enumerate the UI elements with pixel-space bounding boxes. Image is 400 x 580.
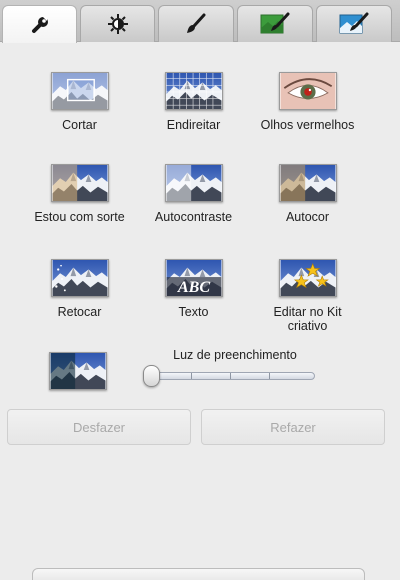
blue-photo-brush-icon [339,12,369,36]
green-photo-brush-icon [260,12,290,36]
tab-tuning[interactable] [80,5,155,42]
auto-contrast-thumbnail [164,164,223,202]
redo-button[interactable]: Refazer [201,409,385,445]
auto-contrast-label: Autocontraste [154,210,233,224]
im-feeling-lucky-thumbnail [50,164,109,202]
red-eye-tool[interactable]: Olhos vermelhos [241,72,374,132]
im-feeling-lucky-label: Estou com sorte [34,210,125,224]
slider-tick [269,373,270,379]
crop-thumbnail [50,72,109,110]
retouch-thumbnail [50,259,109,297]
slider-thumb[interactable] [143,365,160,387]
straighten-label: Endireitar [166,118,221,132]
tab-effects[interactable] [158,5,234,42]
undo-button[interactable]: Desfazer [7,409,191,445]
bottom-button[interactable] [32,568,365,580]
brightness-icon [107,13,129,35]
crop-label: Cortar [62,118,97,132]
slider-tick [191,373,192,379]
straighten-thumbnail [164,72,223,110]
red-eye-label: Olhos vermelhos [260,118,355,132]
slider-track[interactable] [151,372,315,380]
fill-light-slider[interactable] [143,365,315,387]
creative-kit-tool[interactable]: Editar no Kit criativo [241,259,374,333]
tab-effects-3[interactable] [316,5,392,42]
text-label: Texto [178,305,209,319]
text-thumbnail-abc: ABC [176,279,209,296]
tab-strip [0,0,400,43]
fill-light-label: Luz de preenchimento [173,348,297,362]
tab-effects-2[interactable] [237,5,313,42]
wrench-icon [29,14,51,36]
fill-light-thumbnail [49,352,107,390]
creative-kit-thumbnail [278,259,337,297]
slider-tick [230,373,231,379]
text-thumbnail: ABC [164,259,223,297]
tab-basic-fixes[interactable] [2,5,77,43]
auto-color-thumbnail [278,164,337,202]
retouch-label: Retocar [57,305,102,319]
auto-color-label: Autocor [285,210,330,224]
brush-icon [185,13,207,35]
creative-kit-label: Editar no Kit criativo [273,305,342,333]
red-eye-thumbnail [278,72,337,110]
auto-color-tool[interactable]: Autocor [241,164,374,224]
